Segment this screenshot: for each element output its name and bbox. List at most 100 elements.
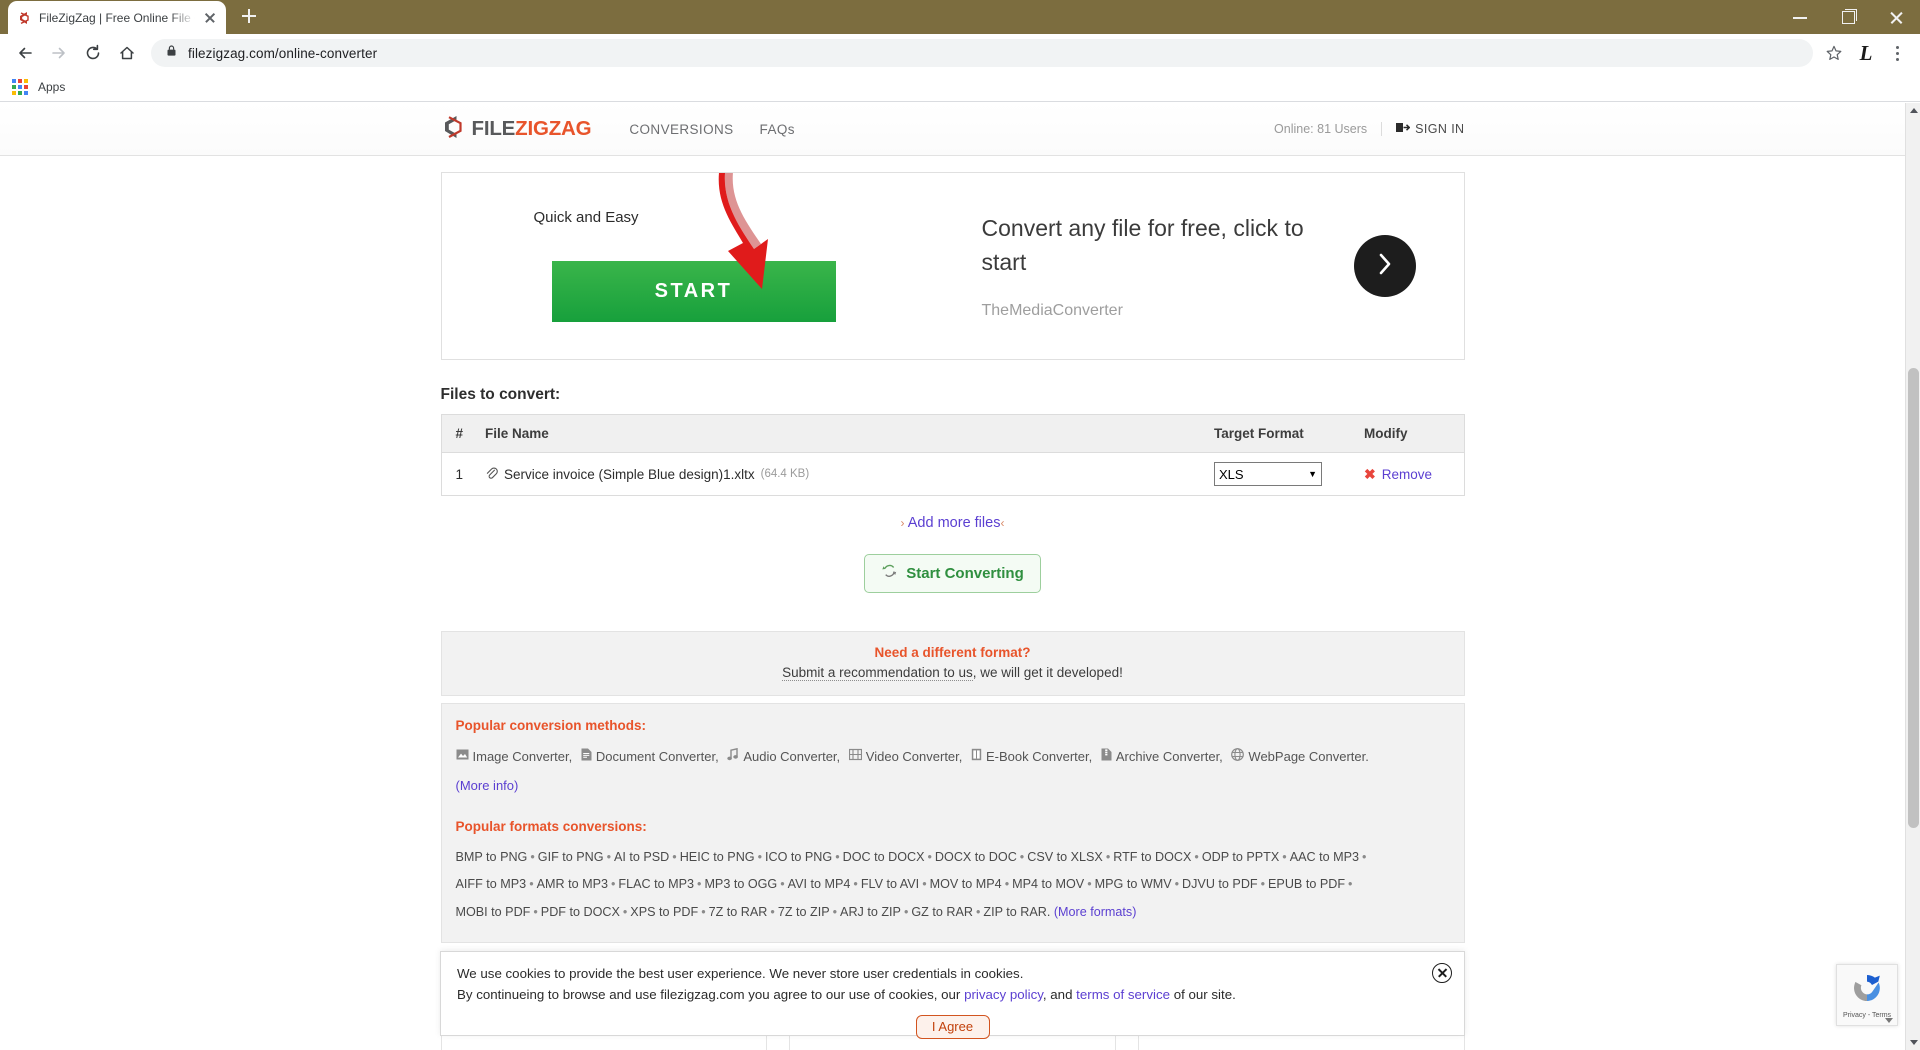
more-info-link[interactable]: (More info) [456,778,1450,793]
ad-headline: Convert any file for free, click to star… [981,215,1304,275]
three-dot-menu-icon[interactable] [1883,38,1911,68]
format-conversion-link[interactable]: 7Z to ZIP [778,905,830,919]
profile-avatar[interactable]: L [1851,38,1881,68]
format-conversion-link[interactable]: EPUB to PDF [1268,877,1345,891]
close-circle-icon[interactable] [1432,963,1452,983]
minimize-icon[interactable] [1776,0,1824,34]
scroll-up-button[interactable] [1906,103,1920,118]
ad-cta-button[interactable] [1353,235,1416,297]
close-icon[interactable] [1872,0,1920,34]
star-icon[interactable] [1819,38,1849,68]
bullet-separator: • [975,904,981,919]
remove-file-button[interactable]: ✖ Remove [1364,466,1454,483]
forward-arrow-icon[interactable] [43,37,75,69]
page-viewport: FILEZIGZAG CONVERSIONS FAQs Online: 81 U… [0,103,1920,1050]
format-conversion-link[interactable]: MOV to MP4 [930,877,1002,891]
method-video-converter[interactable]: Video Converter, [848,745,962,770]
format-conversion-link[interactable]: HEIC to PNG [680,850,755,864]
formats-line-1: BMP to PNG • GIF to PNG • AI to PSD • HEIC to … [456,844,1450,871]
format-conversion-link[interactable]: 7Z to RAR [709,905,768,919]
reload-icon[interactable] [77,37,109,69]
method-image-converter[interactable]: Image Converter, [456,745,572,770]
format-conversion-link[interactable]: ODP to PPTX [1202,850,1279,864]
window-controls [1776,0,1920,34]
recaptcha-icon [1850,971,1884,1010]
bullet-separator: • [606,849,611,864]
format-conversion-link[interactable]: AAC to MP3 [1290,850,1359,864]
browser-toolbar: filezigzag.com/online-converter L [0,34,1920,72]
maximize-icon[interactable] [1824,0,1872,34]
bullet-separator: • [832,904,838,919]
format-conversion-link[interactable]: PDF to DOCX [541,905,620,919]
browser-tab[interactable]: FileZigZag | Free Online File Con [8,1,226,34]
format-conversion-link[interactable]: MOBI to PDF [456,905,531,919]
method-audio-converter[interactable]: Audio Converter, [727,745,840,770]
nav-item-faqs[interactable]: FAQs [760,122,795,137]
popular-methods-list: Image Converter, Document Converter, Aud… [456,745,1450,770]
format-conversion-link[interactable]: DOCX to DOC [935,850,1017,864]
format-conversion-link[interactable]: MPG to WMV [1095,877,1172,891]
cookie-line2-part-a: By continueing to browse and use filezig… [457,986,965,1002]
address-bar[interactable]: filezigzag.com/online-converter [151,39,1813,67]
column-header-modify: Modify [1354,414,1464,453]
format-conversion-link[interactable]: DJVU to PDF [1182,877,1258,891]
home-icon[interactable] [111,37,143,69]
format-conversion-link[interactable]: BMP to PNG [456,850,528,864]
ad-quick-text: Quick and Easy [533,209,639,226]
format-conversion-link[interactable]: DOC to DOCX [843,850,925,864]
tab-close-icon[interactable] [202,10,218,26]
start-converting-label: Start Converting [906,565,1024,582]
terms-of-service-link[interactable]: terms of service [1076,987,1170,1002]
format-conversion-link[interactable]: CSV to XLSX [1027,850,1103,864]
back-arrow-icon[interactable] [9,37,41,69]
format-conversion-link[interactable]: ICO to PNG [765,850,832,864]
method-ebook-converter[interactable]: E-Book Converter, [971,745,1092,770]
bullet-separator: • [903,904,909,919]
add-more-files-label: Add more files [907,515,1001,531]
method-webpage-converter[interactable]: WebPage Converter. [1231,745,1369,770]
recaptcha-badge[interactable]: Privacy - Terms [1836,964,1898,1026]
format-conversion-link[interactable]: FLAC to MP3 [618,877,694,891]
recaptcha-caret-icon[interactable] [1885,1018,1893,1023]
bullet-separator: • [770,904,775,919]
ad-banner[interactable]: Quick and Easy START Convert any file fo… [440,172,1465,360]
format-conversion-link[interactable]: RTF to DOCX [1113,850,1191,864]
apps-grid-icon[interactable] [12,78,28,95]
format-conversion-link[interactable]: FLV to AVI [861,877,919,891]
format-conversion-link[interactable]: AVI to MP4 [788,877,851,891]
format-conversion-link[interactable]: AIFF to MP3 [456,877,527,891]
format-conversion-link[interactable]: XPS to PDF [630,905,698,919]
format-conversion-link[interactable]: GZ to RAR [911,905,973,919]
bullet-separator: • [1362,849,1367,864]
nav-item-conversions[interactable]: CONVERSIONS [629,122,733,137]
cookie-agree-button[interactable]: I Agree [915,1015,990,1040]
submit-recommendation-link[interactable]: Submit a recommendation to us [782,665,973,681]
sign-in-button[interactable]: SIGN IN [1396,121,1464,137]
site-logo[interactable]: FILEZIGZAG [441,114,592,145]
start-converting-button[interactable]: Start Converting [864,554,1041,593]
format-conversion-link[interactable]: ZIP to RAR. [983,905,1050,919]
more-formats-link[interactable]: (More formats) [1050,905,1137,919]
method-label: E-Book Converter, [986,749,1093,764]
new-tab-button[interactable] [236,4,262,28]
scrollbar-thumb[interactable] [1908,368,1919,828]
page-scrollbar[interactable] [1905,103,1920,1050]
format-conversion-link[interactable]: GIF to PNG [538,850,604,864]
bookmarks-bar: Apps [0,72,1920,102]
format-conversion-link[interactable]: MP4 to MOV [1012,877,1084,891]
method-document-converter[interactable]: Document Converter, [581,745,719,770]
format-conversion-link[interactable]: ARJ to ZIP [840,905,901,919]
bullet-separator: • [672,849,677,864]
files-section-title: Files to convert: [440,386,561,403]
add-more-files-button[interactable]: › Add more files‹ [901,515,1005,531]
privacy-policy-link[interactable]: privacy policy [964,987,1043,1002]
target-format-select[interactable]: XLS ▼ [1214,462,1322,486]
format-conversion-link[interactable]: AMR to MP3 [537,877,608,891]
scroll-down-button[interactable] [1906,1035,1920,1050]
format-conversion-link[interactable]: MP3 to OGG [704,877,777,891]
method-archive-converter[interactable]: Archive Converter, [1101,745,1223,770]
format-conversion-link[interactable]: AI to PSD [614,850,669,864]
cookie-line2-part-b: , and [1042,986,1077,1002]
lock-icon [165,44,178,62]
bookmark-apps-label[interactable]: Apps [38,80,65,94]
